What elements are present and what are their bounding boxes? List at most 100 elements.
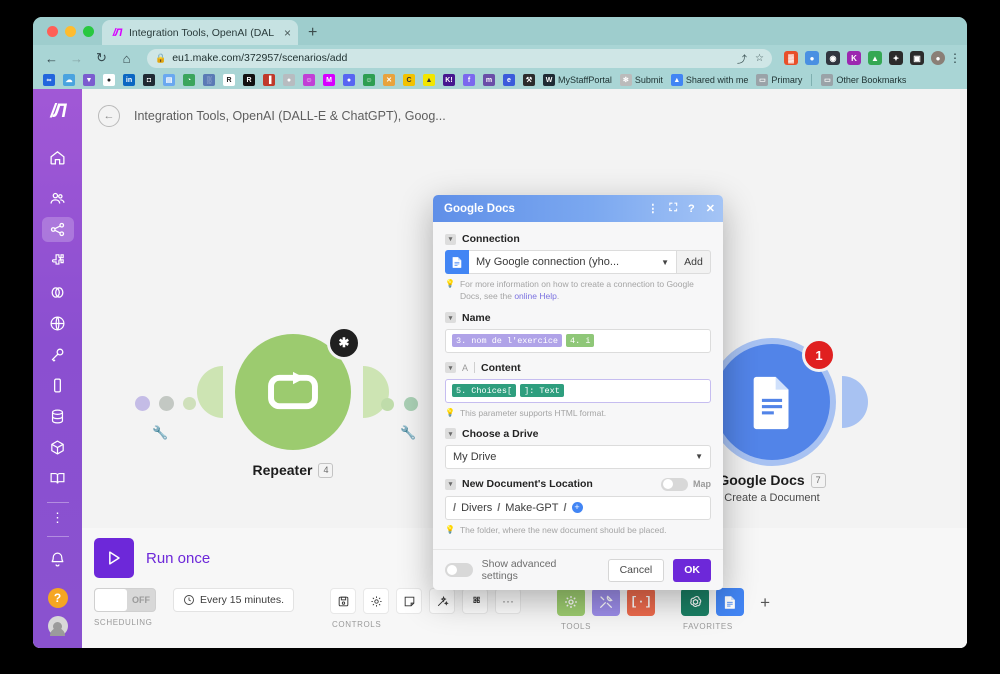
- flow-control-button[interactable]: [592, 588, 621, 616]
- ext-dark-icon[interactable]: ◉: [826, 51, 840, 65]
- mapping-token[interactable]: 3. nom de l'exercice: [452, 334, 563, 348]
- path-segment[interactable]: Make-GPT: [505, 502, 558, 514]
- modal-close-icon[interactable]: ✕: [706, 202, 715, 215]
- back-arrow-icon[interactable]: ←: [98, 105, 120, 127]
- ext-kaspersky-icon[interactable]: K: [847, 51, 861, 65]
- bookmark-green-face[interactable]: ☺: [359, 73, 379, 88]
- bookmark-building[interactable]: ░: [199, 73, 219, 88]
- tools-button[interactable]: [557, 588, 586, 616]
- bookmark-star-icon[interactable]: ☆: [755, 53, 764, 64]
- new-tab-button[interactable]: +: [308, 25, 317, 41]
- sidebar-avatar[interactable]: [47, 616, 68, 636]
- sidebar-item-notifications[interactable]: [42, 544, 74, 574]
- bookmark-x[interactable]: ✕: [379, 73, 399, 88]
- sidebar-more-button[interactable]: ⋮: [42, 509, 74, 526]
- map-toggle[interactable]: Map: [661, 477, 711, 491]
- bookmark-docs[interactable]: ▤: [159, 73, 179, 88]
- add-connection-button[interactable]: Add: [677, 250, 711, 274]
- ext-red-icon[interactable]: ▓: [784, 51, 798, 65]
- drive-select[interactable]: My Drive ▼: [445, 444, 711, 469]
- bookmark-drop[interactable]: ▼: [79, 73, 99, 88]
- ext-drive-icon[interactable]: ▲: [868, 51, 882, 65]
- explain-flow-button[interactable]: [462, 588, 489, 614]
- schedule-setting-button[interactable]: Every 15 minutes.: [173, 588, 295, 612]
- address-bar[interactable]: 🔒 eu1.make.com/372957/scenarios/add ⤴ ☆: [147, 48, 772, 68]
- bookmark-github[interactable]: ●: [99, 73, 119, 88]
- settings-button[interactable]: [363, 588, 390, 614]
- ext-blue-dot-icon[interactable]: ●: [805, 51, 819, 65]
- bookmark-chat[interactable]: ◘: [139, 73, 159, 88]
- home-icon[interactable]: ⌂: [116, 48, 137, 69]
- back-icon[interactable]: ←: [41, 48, 62, 69]
- sidebar-item-datastores[interactable]: [42, 404, 74, 429]
- text-parser-button[interactable]: [·]: [627, 588, 656, 616]
- bookmark-linkedin[interactable]: in: [119, 73, 139, 88]
- sidebar-item-keys[interactable]: [42, 342, 74, 367]
- bookmark-r-light[interactable]: R: [219, 73, 239, 88]
- bookmark-infinity[interactable]: ∞: [39, 73, 59, 88]
- close-window-button[interactable]: [47, 25, 58, 37]
- bookmark-submit[interactable]: ✻ Submit: [616, 73, 667, 88]
- mapping-token[interactable]: ]: Text: [520, 384, 564, 398]
- profile-avatar[interactable]: ●: [931, 51, 945, 65]
- bookmark-discord[interactable]: ●: [339, 73, 359, 88]
- forward-icon[interactable]: →: [66, 48, 87, 69]
- module-error-badge[interactable]: 1: [802, 338, 836, 372]
- add-module-button[interactable]: +: [751, 588, 779, 616]
- module-google-docs[interactable]: 1 Google Docs 7 Create a Document: [676, 338, 868, 504]
- sidebar-item-templates[interactable]: [42, 248, 74, 273]
- connection-row[interactable]: My Google connection (yho... ▼ Add: [445, 250, 711, 274]
- sidebar-item-apps[interactable]: [42, 435, 74, 460]
- bookmark-books[interactable]: ▐: [259, 73, 279, 88]
- chevron-down-icon[interactable]: ▾: [445, 478, 456, 490]
- google-docs-module-dialog[interactable]: Google Docs ⋮ ⛶ ? ✕ ▾ Connection My Goog…: [433, 195, 723, 590]
- add-folder-icon[interactable]: +: [571, 502, 583, 514]
- sidebar-item-connections[interactable]: [42, 280, 74, 305]
- module-google-docs-circle[interactable]: 1: [714, 338, 836, 460]
- bookmark-shared-with-me[interactable]: ▲ Shared with me: [667, 73, 753, 88]
- modal-help-icon[interactable]: ?: [688, 203, 695, 215]
- bookmark-k[interactable]: K!: [439, 73, 459, 88]
- sidebar-item-devices[interactable]: [42, 373, 74, 398]
- module-repeater[interactable]: ✱ Repeater 4: [197, 326, 389, 478]
- mapping-token[interactable]: 4. i: [566, 334, 595, 348]
- run-once-button[interactable]: [94, 538, 134, 578]
- advanced-settings-toggle[interactable]: [445, 563, 473, 577]
- bookmark-leaf[interactable]: ◔: [179, 73, 199, 88]
- more-button[interactable]: ···: [495, 588, 522, 614]
- sidebar-item-help[interactable]: ?: [47, 588, 68, 608]
- chevron-down-icon[interactable]: ▾: [445, 428, 456, 440]
- chevron-down-icon[interactable]: ▾: [445, 312, 456, 324]
- cancel-button[interactable]: Cancel: [607, 558, 665, 582]
- wrench-icon[interactable]: 🔧: [152, 425, 168, 441]
- ext-sidepanel-icon[interactable]: ▣: [910, 51, 924, 65]
- bookmark-tools[interactable]: ⚒: [519, 73, 539, 88]
- close-icon[interactable]: ×: [284, 27, 291, 39]
- minimize-window-button[interactable]: [65, 25, 76, 37]
- maximize-window-button[interactable]: [83, 25, 94, 37]
- chevron-down-icon[interactable]: ▾: [445, 233, 456, 245]
- module-repeater-circle[interactable]: ✱: [235, 326, 361, 450]
- bookmark-yellow[interactable]: ▲: [419, 73, 439, 88]
- bookmark-cloud[interactable]: ☁: [59, 73, 79, 88]
- bookmark-f[interactable]: f: [459, 73, 479, 88]
- bookmark-mystaffportal[interactable]: W MyStaffPortal: [539, 73, 616, 88]
- autoalign-button[interactable]: [429, 588, 456, 614]
- wrench-icon[interactable]: 🔧: [400, 425, 416, 441]
- bookmark-e-circle[interactable]: e: [499, 73, 519, 88]
- ok-button[interactable]: OK: [673, 558, 711, 582]
- save-button[interactable]: [330, 588, 357, 614]
- bookmark-c-gold[interactable]: C: [399, 73, 419, 88]
- content-input[interactable]: 5. Choices[ ]: Text: [445, 378, 711, 403]
- mapping-token[interactable]: 5. Choices[: [452, 384, 517, 398]
- bookmark-grey[interactable]: ●: [279, 73, 299, 88]
- modal-expand-icon[interactable]: ⛶: [669, 202, 677, 215]
- sidebar-item-webhooks[interactable]: [42, 311, 74, 336]
- bookmark-smiley[interactable]: ☺: [299, 73, 319, 88]
- other-bookmarks[interactable]: ▭ Other Bookmarks: [817, 73, 910, 88]
- modal-menu-icon[interactable]: ⋮: [647, 202, 658, 215]
- sidebar-item-home[interactable]: [42, 145, 74, 170]
- map-switch[interactable]: [661, 477, 688, 491]
- chevron-down-icon[interactable]: ▾: [445, 362, 456, 374]
- online-help-link[interactable]: online Help: [514, 291, 557, 301]
